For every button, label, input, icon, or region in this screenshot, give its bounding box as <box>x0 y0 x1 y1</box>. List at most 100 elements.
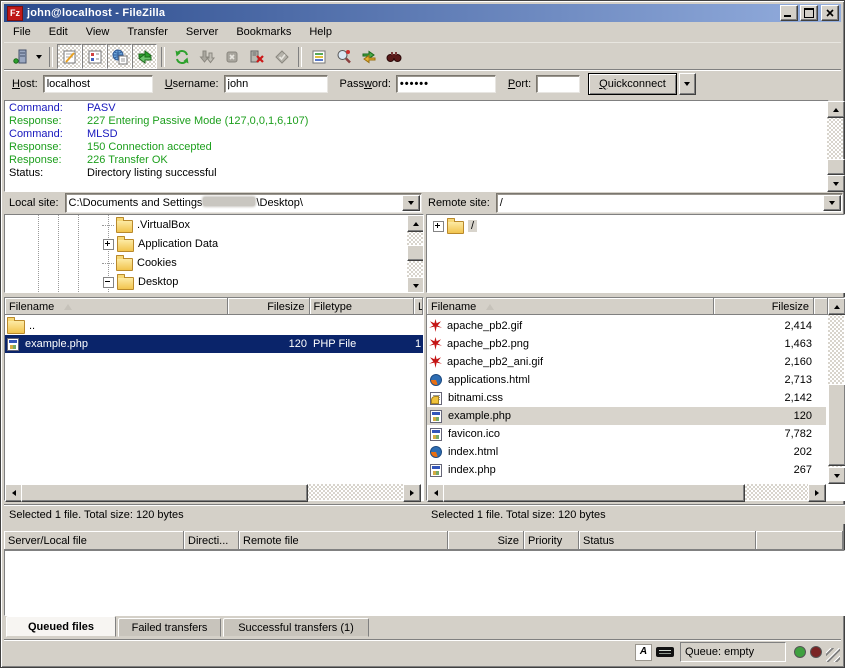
tree-item-desktop[interactable]: Desktop <box>103 273 178 291</box>
site-manager-button[interactable] <box>8 44 33 69</box>
column-filename[interactable]: Filename <box>427 298 714 315</box>
scrollbar-thumb[interactable] <box>828 384 845 466</box>
local-path-dropdown[interactable] <box>402 195 420 211</box>
site-manager-dropdown[interactable] <box>33 46 45 67</box>
process-queue-button[interactable] <box>194 44 219 69</box>
tree-item-application-data[interactable]: Application Data <box>103 235 218 253</box>
toggle-remote-tree-button[interactable] <box>107 44 132 69</box>
close-icon <box>826 9 834 17</box>
remote-path-dropdown[interactable] <box>823 195 841 211</box>
find-files-button[interactable] <box>381 44 406 69</box>
queue-list[interactable] <box>4 550 845 616</box>
remote-vscrollbar[interactable] <box>828 298 844 482</box>
scroll-down-button[interactable] <box>828 467 845 484</box>
local-hscrollbar[interactable] <box>5 484 421 500</box>
column-filesize[interactable]: Filesize <box>714 298 814 315</box>
scroll-up-button[interactable] <box>827 101 845 118</box>
file-row[interactable]: apache_pb2_ani.gif2,160 <box>427 353 826 371</box>
directory-listing-button[interactable] <box>269 44 294 69</box>
file-row[interactable]: index.html202 <box>427 443 826 461</box>
file-row-parent-dir[interactable]: .. <box>5 317 423 335</box>
directory-comparison-button[interactable] <box>331 44 356 69</box>
log-scrollbar[interactable] <box>827 101 843 190</box>
file-row[interactable]: bitnami.css2,142 <box>427 389 826 407</box>
remote-hscrollbar[interactable] <box>427 484 826 500</box>
scroll-right-button[interactable] <box>808 484 826 502</box>
column-filesize[interactable]: Filesize <box>228 298 310 315</box>
scrollbar-thumb[interactable] <box>407 245 424 261</box>
tab-failed-transfers[interactable]: Failed transfers <box>118 618 221 637</box>
scroll-right-button[interactable] <box>403 484 421 502</box>
expand-plus-icon[interactable] <box>433 221 444 232</box>
scrollbar-thumb[interactable] <box>827 159 845 175</box>
filter-button[interactable] <box>306 44 331 69</box>
cancel-button[interactable] <box>219 44 244 69</box>
file-row-example-php[interactable]: example.php120 <box>427 407 826 425</box>
scroll-up-button[interactable] <box>828 298 845 315</box>
tree-item-root[interactable]: / <box>433 217 477 235</box>
menu-view[interactable]: View <box>77 23 119 41</box>
scroll-down-button[interactable] <box>827 175 845 192</box>
file-row[interactable]: applications.html2,713 <box>427 371 826 389</box>
toggle-transfer-queue-button[interactable] <box>132 44 157 69</box>
collapse-minus-icon[interactable] <box>103 277 114 288</box>
remote-directory-tree[interactable]: / <box>426 214 845 293</box>
menu-server[interactable]: Server <box>177 23 227 41</box>
file-row[interactable]: apache_pb2.png1,463 <box>427 335 826 353</box>
local-directory-tree[interactable]: .VirtualBox Application Data Cookies Des… <box>4 214 424 293</box>
toggle-message-log-button[interactable] <box>57 44 82 69</box>
message-log[interactable]: Command:PASV Response:227 Entering Passi… <box>4 100 829 192</box>
column-last-modified[interactable]: L <box>414 298 423 315</box>
find-files-icon <box>386 49 402 65</box>
refresh-button[interactable] <box>169 44 194 69</box>
tree-line <box>58 215 59 292</box>
resize-grip[interactable] <box>826 648 840 662</box>
file-row[interactable]: favicon.ico7,782 <box>427 425 826 443</box>
tree-item-virtualbox[interactable]: .VirtualBox <box>102 216 190 234</box>
minimize-button[interactable] <box>780 5 798 21</box>
file-row-example-php[interactable]: example.php 120 PHP File 1 <box>5 335 423 353</box>
menu-help[interactable]: Help <box>300 23 341 41</box>
remote-path-combo[interactable]: / <box>496 193 843 213</box>
synchronized-browsing-button[interactable] <box>356 44 381 69</box>
close-button[interactable] <box>821 5 839 21</box>
scroll-up-button[interactable] <box>407 215 424 232</box>
menu-edit[interactable]: Edit <box>40 23 77 41</box>
column-size[interactable]: Size <box>448 531 524 550</box>
local-path-combo[interactable]: C:\Documents and Settings\Desktop\ <box>65 193 422 213</box>
username-input[interactable] <box>224 75 328 93</box>
speed-limit-icon[interactable] <box>656 647 674 657</box>
port-input[interactable] <box>536 75 580 93</box>
scrollbar-thumb[interactable] <box>21 484 308 502</box>
column-status[interactable]: Status <box>579 531 756 550</box>
maximize-button[interactable] <box>800 5 818 21</box>
title-bar[interactable]: Fz john@localhost - FileZilla <box>4 4 841 22</box>
toggle-local-tree-button[interactable] <box>82 44 107 69</box>
local-tree-scrollbar[interactable] <box>407 215 423 292</box>
menu-file[interactable]: File <box>4 23 40 41</box>
column-server-local-file[interactable]: Server/Local file <box>4 531 184 550</box>
column-direction[interactable]: Directi... <box>184 531 239 550</box>
remote-file-list[interactable]: Filename Filesize apache_pb2.gif2,414 ap… <box>426 297 845 501</box>
password-input[interactable] <box>396 75 496 93</box>
transfer-type-ascii-icon[interactable]: A <box>635 644 652 661</box>
column-filetype[interactable]: Filetype <box>310 298 415 315</box>
column-remote-file[interactable]: Remote file <box>239 531 448 550</box>
menu-transfer[interactable]: Transfer <box>118 23 177 41</box>
file-row[interactable]: apache_pb2.gif2,414 <box>427 317 826 335</box>
menu-bookmarks[interactable]: Bookmarks <box>227 23 300 41</box>
tab-successful-transfers[interactable]: Successful transfers (1) <box>223 618 369 637</box>
file-row[interactable]: index.php267 <box>427 461 826 479</box>
scroll-down-button[interactable] <box>407 277 424 293</box>
scrollbar-thumb[interactable] <box>443 484 745 502</box>
quickconnect-dropdown[interactable] <box>679 73 696 95</box>
column-filename[interactable]: Filename <box>5 298 228 315</box>
expand-plus-icon[interactable] <box>103 239 114 250</box>
disconnect-button[interactable] <box>244 44 269 69</box>
column-priority[interactable]: Priority <box>524 531 579 550</box>
tab-queued-files[interactable]: Queued files <box>6 616 116 637</box>
host-input[interactable] <box>43 75 153 93</box>
tree-item-cookies[interactable]: Cookies <box>102 254 177 272</box>
quickconnect-button[interactable]: Quickconnect <box>588 73 677 95</box>
local-file-list[interactable]: Filename Filesize Filetype L .. example.… <box>4 297 424 501</box>
